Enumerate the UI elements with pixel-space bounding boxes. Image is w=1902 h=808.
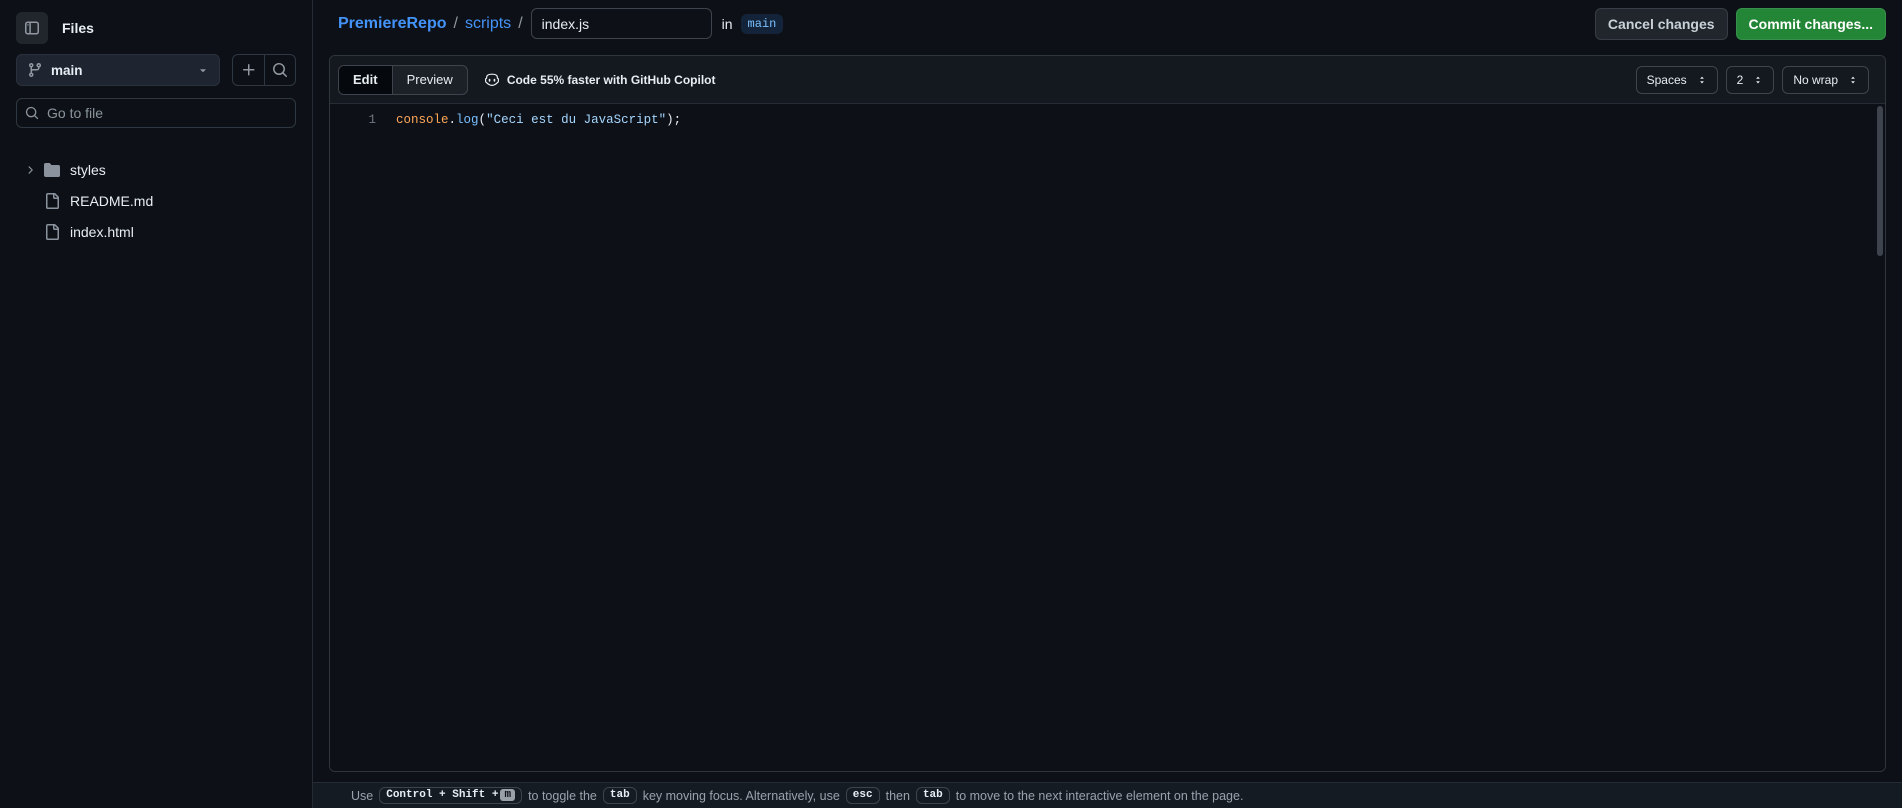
wrap-mode-value: No wrap <box>1793 73 1838 87</box>
footer-text: key moving focus. Alternatively, use <box>643 789 840 803</box>
branch-badge[interactable]: main <box>741 14 784 34</box>
tab-edit[interactable]: Edit <box>339 66 393 94</box>
tree-row-index-html[interactable]: index.html <box>16 216 296 247</box>
editor-wrapper: Edit Preview Code 55% faster with GitHub… <box>313 47 1902 782</box>
sidebar-title: Files <box>62 20 94 36</box>
breadcrumb-separator: / <box>518 15 522 33</box>
git-branch-icon <box>27 62 43 78</box>
search-icon <box>272 62 288 78</box>
file-icon <box>44 224 70 240</box>
breadcrumb: PremiereRepo / scripts / <box>338 15 523 33</box>
copilot-icon <box>484 72 500 88</box>
tree-item-label: styles <box>70 162 106 178</box>
branch-selector[interactable]: main <box>16 54 220 86</box>
sort-arrows-icon <box>1753 74 1763 86</box>
indent-mode-value: Spaces <box>1647 73 1687 87</box>
in-label: in <box>722 16 733 32</box>
accessibility-footer: Use Control + Shift +m to toggle the tab… <box>313 782 1902 808</box>
tab-key: tab <box>603 787 637 804</box>
editor-toolbar: Edit Preview Code 55% faster with GitHub… <box>330 56 1885 104</box>
keyboard-shortcut: Control + Shift +m <box>379 787 522 804</box>
commit-changes-button[interactable]: Commit changes... <box>1736 8 1886 40</box>
collapse-sidebar-button[interactable] <box>16 12 48 44</box>
main-column: PremiereRepo / scripts / in main Cancel … <box>313 0 1902 808</box>
tab-key: tab <box>916 787 950 804</box>
current-branch-label: main <box>51 63 83 78</box>
shortcut-highlighted-key: m <box>500 789 515 801</box>
folder-icon <box>44 162 70 178</box>
sidebar-header: Files <box>16 12 296 44</box>
tree-action-group <box>232 54 296 86</box>
sort-arrows-icon <box>1848 74 1858 86</box>
editor-container: Edit Preview Code 55% faster with GitHub… <box>329 55 1886 772</box>
editor-scrollbar[interactable] <box>1877 106 1883 256</box>
filename-input[interactable] <box>531 8 712 39</box>
add-file-button[interactable] <box>233 55 264 85</box>
tree-row-readme[interactable]: README.md <box>16 185 296 216</box>
footer-text: then <box>886 789 910 803</box>
file-tree-sidebar: Files main <box>0 0 313 808</box>
indent-size-select[interactable]: 2 <box>1726 66 1775 94</box>
code-line[interactable]: 1 console.log("Ceci est du JavaScript"); <box>330 110 1885 130</box>
breadcrumb-separator: / <box>454 15 458 33</box>
go-to-file-input[interactable] <box>47 105 287 121</box>
plus-icon <box>241 62 257 78</box>
caret-down-icon <box>197 64 209 76</box>
cancel-changes-button[interactable]: Cancel changes <box>1595 8 1728 40</box>
search-icon <box>25 106 39 120</box>
indent-size-value: 2 <box>1737 73 1744 87</box>
go-to-file-search[interactable] <box>16 98 296 128</box>
tree-item-label: README.md <box>70 193 153 209</box>
sort-arrows-icon <box>1697 74 1707 86</box>
tab-preview[interactable]: Preview <box>393 66 467 94</box>
indent-mode-select[interactable]: Spaces <box>1636 66 1718 94</box>
shortcut-keys: Control + Shift + <box>386 789 498 801</box>
branch-row: main <box>16 54 296 86</box>
esc-key: esc <box>846 787 880 804</box>
wrap-mode-select[interactable]: No wrap <box>1782 66 1869 94</box>
footer-text: Use <box>351 789 373 803</box>
code-line-content[interactable]: console.log("Ceci est du JavaScript"); <box>376 110 681 130</box>
sidebar-toggle-icon <box>24 20 40 36</box>
copilot-promo-text: Code 55% faster with GitHub Copilot <box>507 73 716 87</box>
topbar-actions: Cancel changes Commit changes... <box>1595 8 1886 40</box>
search-tree-button[interactable] <box>264 55 295 85</box>
breadcrumb-repo-link[interactable]: PremiereRepo <box>338 15 447 33</box>
edit-preview-tab-group: Edit Preview <box>338 65 468 95</box>
copilot-promo-link[interactable]: Code 55% faster with GitHub Copilot <box>484 72 716 88</box>
chevron-right-icon[interactable] <box>16 164 44 176</box>
tree-item-label: index.html <box>70 224 134 240</box>
file-icon <box>44 193 70 209</box>
footer-text: to toggle the <box>528 789 597 803</box>
editor-settings: Spaces 2 No wrap <box>1636 66 1877 94</box>
breadcrumb-directory-link[interactable]: scripts <box>465 15 511 33</box>
tree-row-styles[interactable]: styles <box>16 154 296 185</box>
code-editor-area[interactable]: 1 console.log("Ceci est du JavaScript"); <box>330 104 1885 771</box>
top-header-bar: PremiereRepo / scripts / in main Cancel … <box>313 0 1902 47</box>
footer-text: to move to the next interactive element … <box>956 789 1244 803</box>
line-number: 1 <box>330 110 376 130</box>
file-tree: styles README.md index.html <box>16 154 296 247</box>
